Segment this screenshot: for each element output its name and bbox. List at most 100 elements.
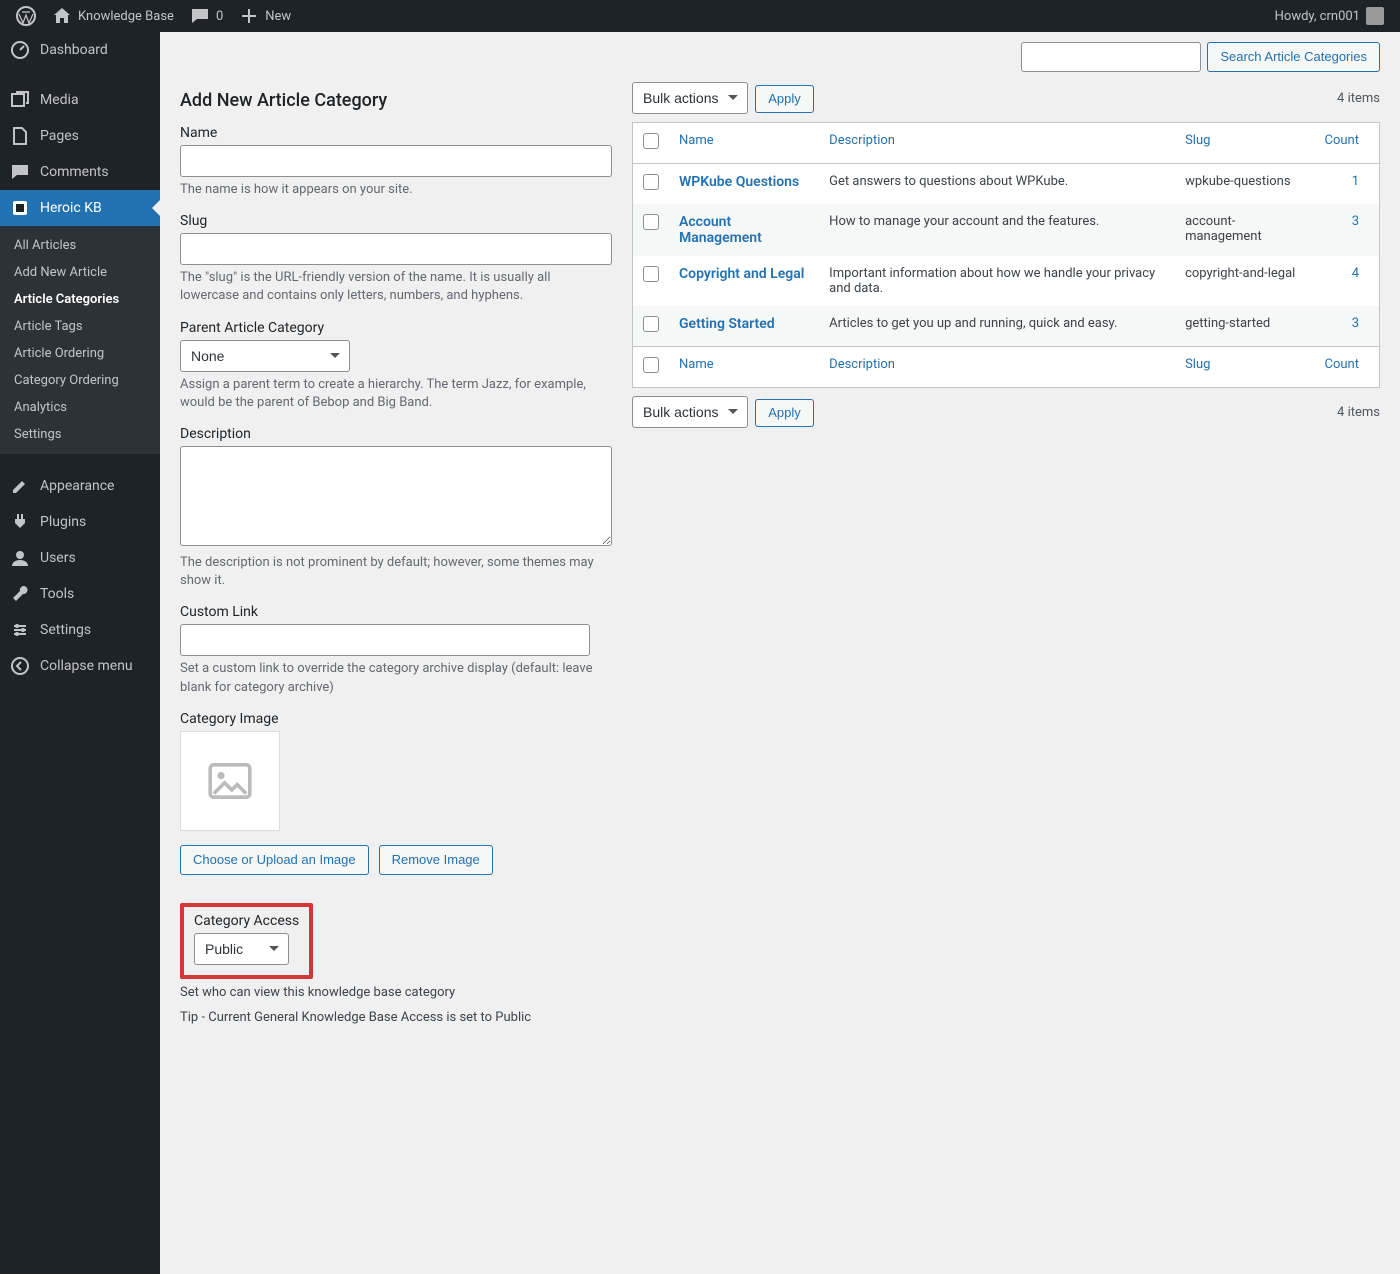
collapse-menu[interactable]: Collapse menu	[0, 648, 160, 684]
slug-input[interactable]	[180, 233, 612, 265]
col-name[interactable]: Name	[669, 123, 819, 164]
sidebar-item-settings[interactable]: Settings	[0, 612, 160, 648]
category-count-link[interactable]: 4	[1352, 266, 1359, 281]
access-label: Category Access	[194, 913, 299, 929]
col-slug-foot[interactable]: Slug	[1175, 346, 1314, 387]
howdy-text: Howdy, crn001	[1275, 9, 1360, 24]
page-body: Search Article Categories Add New Articl…	[160, 32, 1400, 1065]
custom-link-label: Custom Link	[180, 604, 612, 620]
select-all-bottom[interactable]	[643, 357, 659, 373]
custom-link-input[interactable]	[180, 624, 590, 656]
col-description-foot[interactable]: Description	[819, 346, 1175, 387]
col-slug[interactable]: Slug	[1175, 123, 1314, 164]
table-row: WPKube QuestionsGet answers to questions…	[633, 164, 1379, 204]
submenu-article-ordering[interactable]: Article Ordering	[0, 340, 160, 367]
sidebar-item-dashboard[interactable]: Dashboard	[0, 32, 160, 68]
submenu-category-ordering[interactable]: Category Ordering	[0, 367, 160, 394]
col-count-foot[interactable]: Count	[1314, 346, 1379, 387]
category-count-link[interactable]: 1	[1352, 174, 1359, 189]
apply-button-top[interactable]: Apply	[755, 85, 814, 113]
remove-image-button[interactable]: Remove Image	[379, 845, 493, 875]
categories-list: Bulk actions Apply 4 items Name Descript…	[632, 82, 1380, 436]
table-row: Copyright and LegalImportant information…	[633, 256, 1379, 306]
bulk-actions-select-bottom[interactable]: Bulk actions	[632, 396, 748, 428]
category-count-link[interactable]: 3	[1352, 316, 1359, 331]
comments-count: 0	[216, 9, 223, 24]
row-checkbox[interactable]	[643, 316, 659, 332]
apply-button-bottom[interactable]: Apply	[755, 399, 814, 427]
category-slug: copyright-and-legal	[1175, 256, 1314, 306]
sidebar-item-pages[interactable]: Pages	[0, 118, 160, 154]
category-count-link[interactable]: 3	[1352, 214, 1359, 229]
sidebar-item-media[interactable]: Media	[0, 82, 160, 118]
wordpress-icon	[16, 6, 36, 26]
description-desc: The description is not prominent by defa…	[180, 554, 612, 590]
pages-icon	[10, 126, 30, 146]
tablenav-bottom: Bulk actions Apply 4 items	[632, 396, 1380, 428]
submenu-article-categories[interactable]: Article Categories	[0, 286, 160, 313]
slug-label: Slug	[180, 213, 612, 229]
category-name-link[interactable]: Getting Started	[679, 316, 775, 332]
sidebar-item-heroic-kb[interactable]: Heroic KB	[0, 190, 160, 226]
category-name-link[interactable]: Account Management	[679, 214, 762, 246]
categories-table: Name Description Slug Count WPKube Quest…	[632, 122, 1380, 388]
wp-logo[interactable]	[8, 0, 44, 32]
dashboard-icon	[10, 40, 30, 60]
access-tip: Tip - Current General Knowledge Base Acc…	[180, 1010, 612, 1025]
search-bar: Search Article Categories	[180, 42, 1380, 72]
sidebar-item-appearance[interactable]: Appearance	[0, 468, 160, 504]
comments-link[interactable]: 0	[182, 0, 231, 32]
submenu-add-new-article[interactable]: Add New Article	[0, 259, 160, 286]
submenu-settings[interactable]: Settings	[0, 421, 160, 448]
add-category-form: Add New Article Category Name The name i…	[180, 82, 612, 1025]
row-checkbox[interactable]	[643, 266, 659, 282]
row-checkbox[interactable]	[643, 214, 659, 230]
search-input[interactable]	[1021, 42, 1201, 72]
form-title: Add New Article Category	[180, 90, 612, 111]
plugins-icon	[10, 512, 30, 532]
search-button[interactable]: Search Article Categories	[1207, 42, 1380, 72]
bulk-actions-select-top[interactable]: Bulk actions	[632, 82, 748, 114]
admin-toolbar: Knowledge Base 0 New Howdy, crn001	[0, 0, 1400, 32]
name-label: Name	[180, 125, 612, 141]
new-content-link[interactable]: New	[231, 0, 299, 32]
sidebar-item-label: Plugins	[40, 514, 86, 530]
row-checkbox[interactable]	[643, 174, 659, 190]
sidebar-item-comments[interactable]: Comments	[0, 154, 160, 190]
select-all-top[interactable]	[643, 133, 659, 149]
category-slug: account-management	[1175, 204, 1314, 256]
submenu-article-tags[interactable]: Article Tags	[0, 313, 160, 340]
description-textarea[interactable]	[180, 446, 612, 546]
parent-label: Parent Article Category	[180, 320, 612, 336]
sidebar-item-label: Settings	[40, 622, 91, 638]
choose-image-button[interactable]: Choose or Upload an Image	[180, 845, 369, 875]
col-name-foot[interactable]: Name	[669, 346, 819, 387]
tablenav-top: Bulk actions Apply 4 items	[632, 82, 1380, 114]
items-count-top: 4 items	[1337, 91, 1380, 106]
sidebar-item-users[interactable]: Users	[0, 540, 160, 576]
category-name-link[interactable]: Copyright and Legal	[679, 266, 804, 282]
parent-select[interactable]: None	[180, 340, 350, 372]
appearance-icon	[10, 476, 30, 496]
sidebar-item-tools[interactable]: Tools	[0, 576, 160, 612]
site-name-link[interactable]: Knowledge Base	[44, 0, 182, 32]
access-select[interactable]: Public	[194, 933, 289, 965]
submenu-all-articles[interactable]: All Articles	[0, 232, 160, 259]
name-input[interactable]	[180, 145, 612, 177]
items-count-bottom: 4 items	[1337, 405, 1380, 420]
users-icon	[10, 548, 30, 568]
comment-icon	[190, 6, 210, 26]
comments-icon	[10, 162, 30, 182]
access-desc: Set who can view this knowledge base cat…	[180, 985, 612, 1000]
submenu-analytics[interactable]: Analytics	[0, 394, 160, 421]
sidebar-item-plugins[interactable]: Plugins	[0, 504, 160, 540]
category-slug: wpkube-questions	[1175, 164, 1314, 204]
sidebar-item-label: Users	[40, 550, 76, 566]
heroic-kb-submenu: All Articles Add New Article Article Cat…	[0, 226, 160, 454]
sidebar-item-label: Appearance	[40, 478, 114, 494]
col-count[interactable]: Count	[1314, 123, 1379, 164]
my-account-link[interactable]: Howdy, crn001	[1267, 0, 1392, 32]
col-description[interactable]: Description	[819, 123, 1175, 164]
category-name-link[interactable]: WPKube Questions	[679, 174, 799, 190]
tools-icon	[10, 584, 30, 604]
